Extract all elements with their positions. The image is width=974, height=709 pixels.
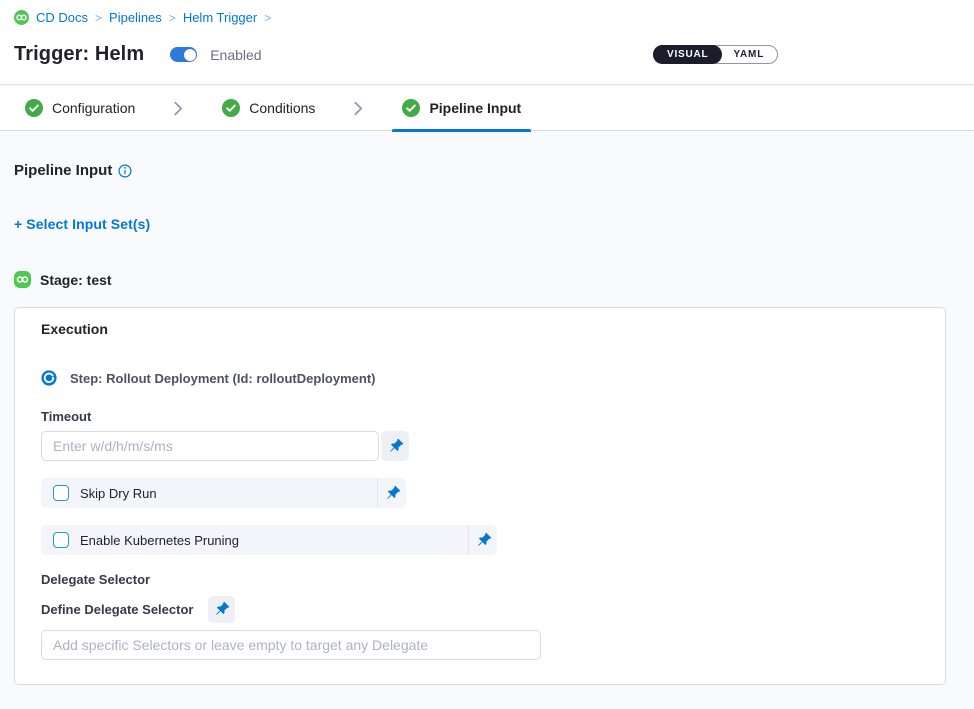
breadcrumb-separator: >: [264, 11, 271, 25]
define-delegate-selector-label: Define Delegate Selector: [41, 602, 193, 617]
delegate-selector-label: Delegate Selector: [41, 572, 919, 587]
pin-icon: [384, 435, 405, 456]
checkbox-label: Skip Dry Run: [80, 486, 157, 501]
execution-card: Execution Step: Rollout Deployment (Id: …: [14, 307, 946, 685]
breadcrumb-cd-docs[interactable]: CD Docs: [36, 10, 88, 25]
delegate-selector-input[interactable]: [41, 630, 541, 660]
skip-dry-run-row: Skip Dry Run: [41, 478, 406, 508]
tab-label: Configuration: [52, 100, 135, 116]
visual-yaml-switch: VISUAL YAML: [653, 45, 778, 64]
harness-cd-logo-icon: [14, 10, 29, 25]
chevron-right-icon: [172, 101, 185, 116]
breadcrumb-separator: >: [95, 11, 102, 25]
check-circle-icon: [25, 99, 43, 117]
checkbox-label: Enable Kubernetes Pruning: [80, 533, 239, 548]
wizard-tabbar: Configuration Conditions Pipeline Input: [0, 86, 974, 131]
kubernetes-pruning-checkbox[interactable]: [53, 532, 69, 548]
step-label: Step: Rollout Deployment (Id: rolloutDep…: [70, 371, 376, 386]
visual-mode-button[interactable]: VISUAL: [653, 45, 722, 64]
page-header: CD Docs > Pipelines > Helm Trigger > Tri…: [0, 0, 974, 85]
breadcrumb: CD Docs > Pipelines > Helm Trigger >: [14, 10, 271, 25]
breadcrumb-pipelines[interactable]: Pipelines: [109, 10, 162, 25]
info-circle-icon[interactable]: [118, 164, 132, 178]
select-input-sets-link[interactable]: + Select Input Set(s): [14, 216, 150, 232]
timeout-label: Timeout: [41, 409, 919, 424]
tab-label: Conditions: [249, 100, 315, 116]
harness-stage-icon: [14, 271, 31, 288]
tab-label: Pipeline Input: [429, 100, 521, 116]
pin-icon: [381, 482, 402, 503]
pipeline-input-panel: Pipeline Input + Select Input Set(s) Sta…: [0, 132, 974, 709]
breadcrumb-helm-trigger[interactable]: Helm Trigger: [183, 10, 257, 25]
pin-icon: [211, 599, 232, 620]
skip-dry-run-checkbox[interactable]: [53, 485, 69, 501]
breadcrumb-separator: >: [169, 11, 176, 25]
page-title: Trigger: Helm: [14, 43, 144, 66]
check-circle-icon: [222, 99, 240, 117]
enabled-toggle[interactable]: [170, 47, 197, 62]
timeout-input[interactable]: [41, 431, 379, 461]
chevron-right-icon: [352, 101, 365, 116]
yaml-mode-button[interactable]: YAML: [720, 46, 777, 63]
kubernetes-pruning-row: Enable Kubernetes Pruning: [41, 525, 497, 555]
tab-configuration[interactable]: Configuration: [15, 86, 145, 131]
tab-pipeline-input[interactable]: Pipeline Input: [392, 86, 531, 131]
execution-title: Execution: [41, 321, 919, 337]
pin-icon: [472, 529, 493, 550]
check-circle-icon: [402, 99, 420, 117]
toggle-knob: [184, 49, 196, 61]
section-title: Pipeline Input: [14, 162, 112, 179]
timeout-pin-button[interactable]: [381, 431, 409, 461]
enabled-toggle-label: Enabled: [210, 47, 261, 63]
kubernetes-pruning-pin-button[interactable]: [469, 533, 497, 548]
stage-header[interactable]: Stage: test: [14, 271, 960, 288]
tab-conditions[interactable]: Conditions: [212, 86, 325, 131]
step-header: Step: Rollout Deployment (Id: rolloutDep…: [41, 370, 919, 386]
rollout-step-icon: [41, 370, 57, 386]
stage-label: Stage: test: [40, 272, 112, 288]
skip-dry-run-pin-button[interactable]: [378, 486, 406, 501]
delegate-selector-pin-button[interactable]: [208, 596, 235, 623]
